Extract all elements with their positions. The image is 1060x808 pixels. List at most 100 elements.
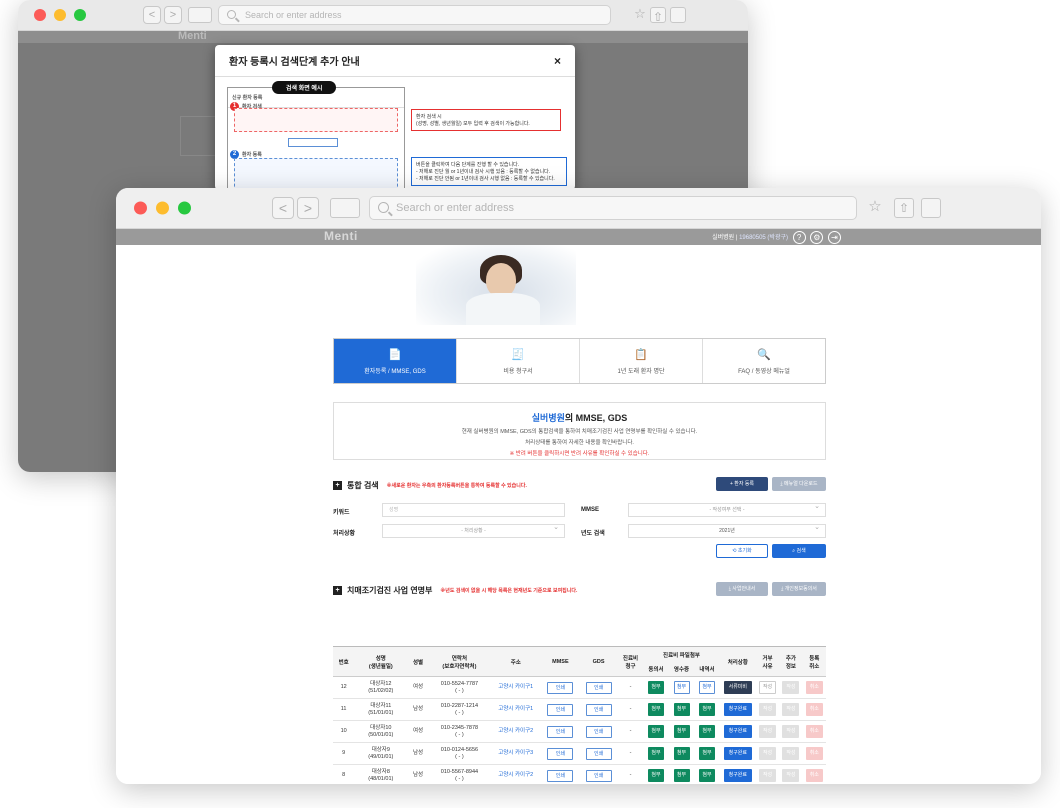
sidebar-icon[interactable] [330, 198, 360, 218]
attach-button[interactable]: 첨부 [699, 681, 715, 694]
address-link[interactable]: 고양시 카이구2 [498, 772, 533, 778]
guide-download-button[interactable]: ⤓ 사업안내서 [716, 582, 768, 596]
row-claim: - [617, 676, 644, 699]
back-nav-button[interactable]: < [143, 6, 161, 24]
extra-info-button[interactable]: 작성 [782, 747, 800, 760]
intro-title: 실버병원의 MMSE, GDS [334, 411, 825, 424]
close-window-button[interactable] [134, 201, 147, 215]
share-icon[interactable]: ⇧ [894, 198, 914, 218]
forward-nav-button[interactable]: > [297, 197, 319, 219]
gds-print-button[interactable]: 인쇄 [585, 747, 612, 760]
help-icon[interactable]: ? [792, 231, 806, 244]
bookmark-star-icon[interactable]: ☆ [630, 5, 650, 25]
attach-button[interactable]: 첨부 [648, 703, 664, 716]
gds-print-button[interactable]: 인쇄 [585, 725, 612, 738]
status-badge[interactable]: 청구완료 [723, 747, 752, 760]
mmse-select[interactable]: - 작성여부 선택 - [628, 501, 826, 517]
gds-print-button[interactable]: 인쇄 [585, 769, 612, 782]
privacy-download-button[interactable]: ⤓ 개인정보동의서 [772, 582, 826, 596]
status-badge[interactable]: 서류미비 [723, 681, 752, 694]
gds-print-button[interactable]: 인쇄 [585, 681, 612, 694]
address-link[interactable]: 고양시 카이구1 [498, 706, 533, 712]
attach-button[interactable]: 첨부 [648, 747, 664, 760]
reject-reason-button[interactable]: 작성 [759, 681, 777, 694]
search-button[interactable]: ⌕ 검색 [772, 544, 826, 558]
extra-info-button[interactable]: 작성 [782, 725, 800, 738]
maximize-window-button[interactable] [74, 9, 86, 21]
minimize-window-button[interactable] [54, 9, 66, 21]
modal-close-icon[interactable]: × [554, 54, 561, 68]
address-link[interactable]: 고양시 카이구1 [498, 684, 533, 690]
extra-info-button[interactable]: 작성 [782, 703, 800, 716]
tab-annual-list[interactable]: 📋 1년 도래 환자 명단 [580, 339, 703, 383]
extra-info-button[interactable]: 작성 [782, 769, 800, 782]
menti-logo[interactable]: Menti [324, 229, 358, 243]
cancel-registration-button[interactable]: 취소 [805, 747, 823, 760]
reset-button[interactable]: ⟲ 초기화 [716, 544, 768, 558]
cancel-registration-button[interactable]: 취소 [805, 681, 823, 694]
sidebar-icon[interactable] [188, 7, 212, 23]
share-icon[interactable]: ⇧ [650, 7, 666, 24]
mmse-print-button[interactable]: 인쇄 [547, 681, 574, 694]
header-cancel-text: 등록 [809, 655, 820, 662]
reject-reason-button[interactable]: 작성 [759, 769, 777, 782]
main-tabs: 📄 환자등록 / MMSE, GDS 🧾 비용 청구서 📋 1년 도래 환자 명… [333, 338, 826, 384]
cancel-registration-button[interactable]: 취소 [805, 769, 823, 782]
attach-button[interactable]: 첨부 [673, 725, 690, 738]
mmse-print-button[interactable]: 인쇄 [547, 747, 574, 760]
settings-icon[interactable]: ⚙ [810, 231, 824, 244]
tab-patient-register[interactable]: 📄 환자등록 / MMSE, GDS [334, 339, 457, 383]
forward-nav-button[interactable]: > [164, 6, 182, 24]
tab-billing[interactable]: 🧾 비용 청구서 [457, 339, 580, 383]
attach-button[interactable]: 첨부 [673, 681, 690, 694]
mmse-print-button[interactable]: 인쇄 [547, 703, 574, 716]
attach-button[interactable]: 첨부 [673, 769, 690, 782]
tabs-icon[interactable] [921, 198, 941, 218]
reject-reason-button[interactable]: 작성 [759, 747, 777, 760]
attach-button[interactable]: 첨부 [699, 747, 715, 760]
year-select[interactable]: 2021년 [628, 522, 826, 538]
attach-button[interactable]: 첨부 [699, 703, 715, 716]
back-nav-button[interactable]: < [272, 197, 294, 219]
attach-button[interactable]: 첨부 [648, 681, 664, 694]
attach-button[interactable]: 첨부 [673, 747, 690, 760]
cancel-registration-button[interactable]: 취소 [805, 703, 823, 716]
bookmark-star-icon[interactable]: ☆ [865, 198, 885, 218]
reject-reason-button[interactable]: 작성 [759, 703, 777, 716]
address-link[interactable]: 고양시 카이구3 [498, 750, 533, 756]
attach-button[interactable]: 첨부 [648, 769, 664, 782]
maximize-window-button[interactable] [178, 201, 191, 215]
tabs-icon[interactable] [670, 7, 686, 23]
gds-print-button[interactable]: 인쇄 [585, 703, 612, 716]
list-section-title: + 치매조기검진 사업 연명부 ※년도 검색이 없을 시 해당 목록은 현재년도… [333, 585, 577, 596]
example-tag: 검색 화면 예시 [272, 81, 337, 94]
keyword-input[interactable]: 성명 [382, 503, 565, 517]
manual-download-button[interactable]: ⤓ 메뉴얼 다운로드 [772, 477, 826, 491]
attach-button[interactable]: 첨부 [673, 703, 690, 716]
address-link[interactable]: 고양시 카이구2 [498, 728, 533, 734]
browser-toolbar: < > Search or enter address ☆ ⇧ [116, 188, 1041, 229]
attach-button[interactable]: 첨부 [699, 725, 715, 738]
intro-title-highlight: 실버병원 [531, 413, 565, 423]
row-address: 고양시 카이구1 [490, 698, 542, 721]
example-search-area [234, 108, 398, 132]
address-bar[interactable]: Search or enter address [369, 196, 857, 220]
status-badge[interactable]: 청구완료 [723, 703, 752, 716]
minimize-window-button[interactable] [156, 201, 169, 215]
tab-faq[interactable]: 🔍 FAQ / 동영상 메뉴얼 [703, 339, 825, 383]
reject-reason-button[interactable]: 작성 [759, 725, 777, 738]
logout-icon[interactable]: ⇥ [828, 231, 841, 244]
status-badge[interactable]: 청구완료 [723, 769, 752, 782]
attach-button[interactable]: 첨부 [699, 769, 715, 782]
address-bar[interactable]: Search or enter address [218, 5, 611, 25]
mmse-print-button[interactable]: 인쇄 [547, 769, 574, 782]
callout-search-line1: 환자 검색 시 [416, 114, 442, 120]
patient-register-button[interactable]: + 환자 등록 [716, 477, 768, 491]
close-window-button[interactable] [34, 9, 46, 21]
cancel-registration-button[interactable]: 취소 [805, 725, 823, 738]
status-badge[interactable]: 청구완료 [723, 725, 752, 738]
attach-button[interactable]: 첨부 [648, 725, 664, 738]
extra-info-button[interactable]: 작성 [782, 681, 800, 694]
status-select[interactable]: - 처리상황 - [382, 522, 565, 538]
mmse-print-button[interactable]: 인쇄 [547, 725, 574, 738]
